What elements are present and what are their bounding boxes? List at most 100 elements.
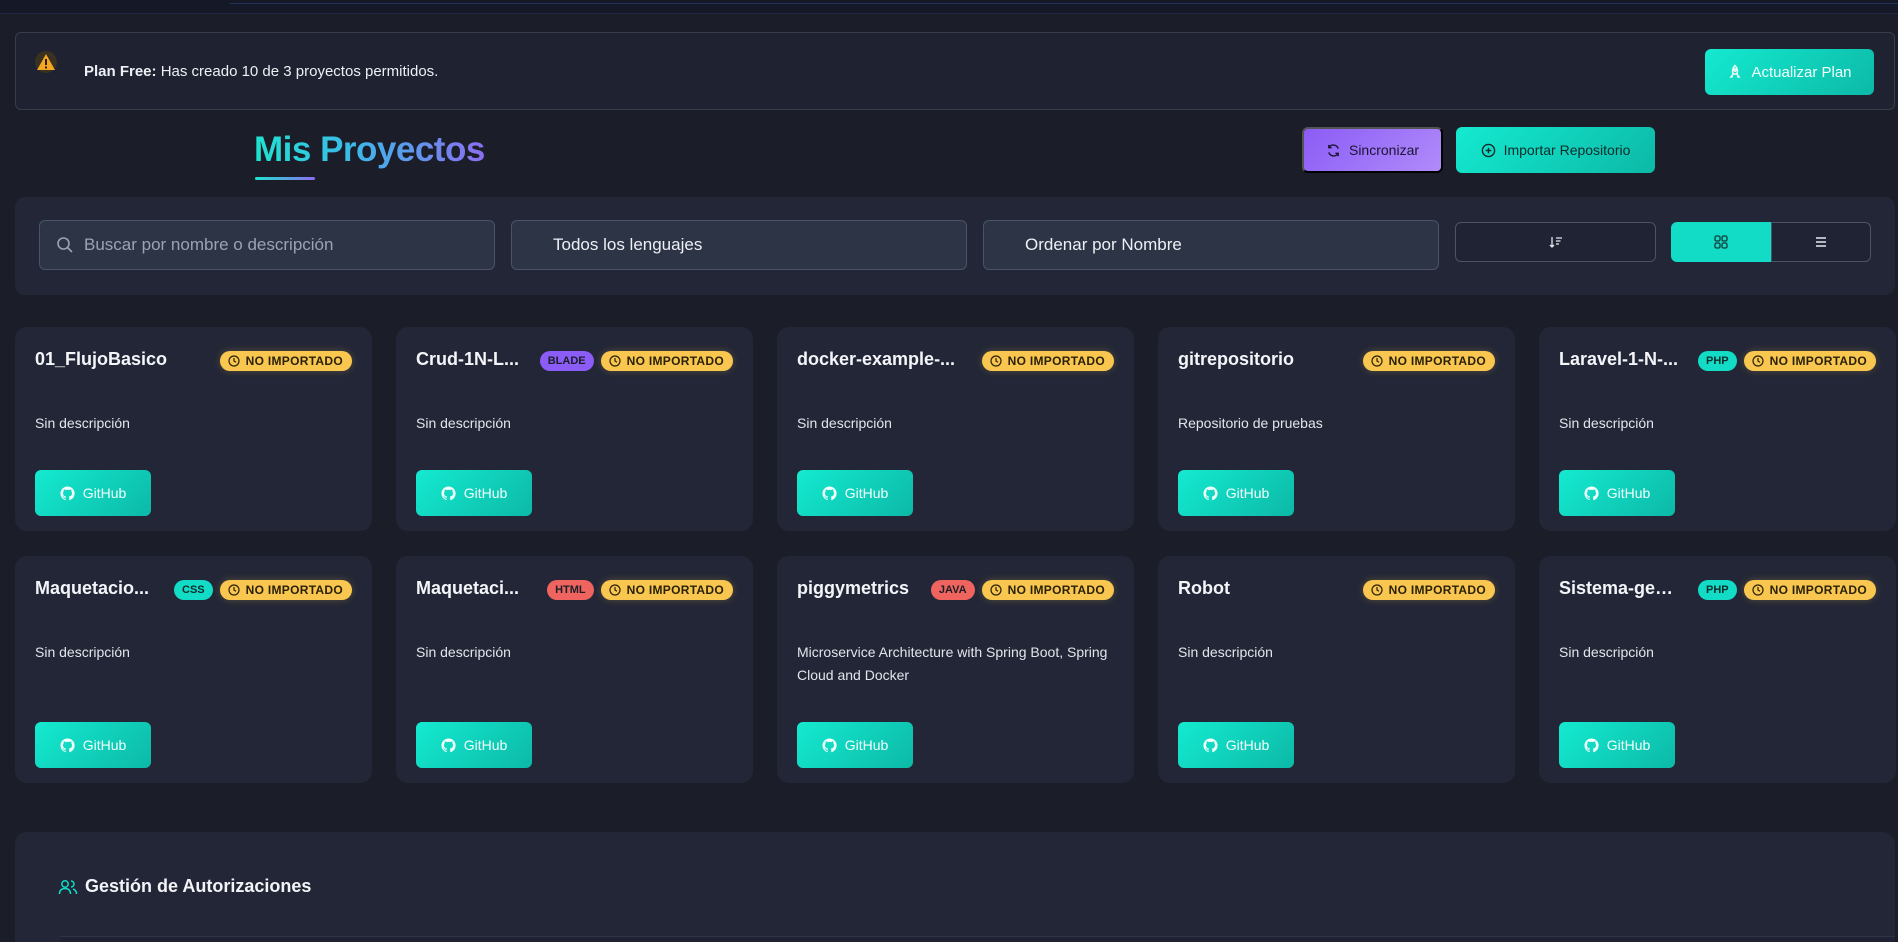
- grid-view-button[interactable]: [1671, 222, 1771, 262]
- github-button-label: GitHub: [1225, 737, 1270, 753]
- project-badges: HTML NO IMPORTADO: [547, 580, 733, 600]
- warning-icon: [35, 51, 57, 73]
- clock-icon: [990, 355, 1002, 367]
- project-description: Sin descripción: [416, 644, 511, 660]
- project-name[interactable]: gitrepositorio: [1178, 349, 1358, 370]
- status-badge: NO IMPORTADO: [1362, 580, 1495, 600]
- github-button[interactable]: GitHub: [1178, 470, 1294, 516]
- sync-button[interactable]: Sincronizar: [1302, 127, 1443, 173]
- project-name[interactable]: Crud-1N-L...: [416, 349, 536, 370]
- status-badge: NO IMPORTADO: [600, 351, 733, 371]
- authorizations-panel: Gestión de Autorizaciones: [15, 832, 1895, 942]
- project-badges: NO IMPORTADO: [219, 351, 352, 371]
- github-button[interactable]: GitHub: [1559, 470, 1675, 516]
- github-button[interactable]: GitHub: [416, 470, 532, 516]
- github-button-label: GitHub: [1606, 737, 1651, 753]
- github-button[interactable]: GitHub: [416, 722, 532, 768]
- status-badge: NO IMPORTADO: [219, 580, 352, 600]
- project-description: Sin descripción: [797, 415, 892, 431]
- project-description: Repositorio de pruebas: [1178, 415, 1323, 431]
- clock-icon: [228, 584, 240, 596]
- grid-icon: [1714, 235, 1728, 249]
- status-badge: NO IMPORTADO: [1743, 580, 1876, 600]
- status-badge: NO IMPORTADO: [1743, 351, 1876, 371]
- github-button-label: GitHub: [463, 485, 508, 501]
- github-icon: [1203, 485, 1218, 500]
- list-view-button[interactable]: [1771, 222, 1871, 262]
- project-card: Maquetaci... HTML NO IMPORTADO Sin descripc…: [396, 556, 753, 783]
- project-card: Crud-1N-L... BLADE NO IMPORTADO Sin descrip…: [396, 327, 753, 531]
- language-badge: HTML: [547, 580, 594, 600]
- github-button[interactable]: GitHub: [797, 470, 913, 516]
- clock-icon: [228, 355, 240, 367]
- list-icon: [1816, 237, 1826, 247]
- import-repository-label: Importar Repositorio: [1503, 142, 1631, 158]
- project-name[interactable]: 01_FlujoBasico: [35, 349, 215, 370]
- search-input[interactable]: Buscar por nombre o descripción: [39, 220, 495, 270]
- import-repository-button[interactable]: Importar Repositorio: [1456, 127, 1655, 173]
- status-label: NO IMPORTADO: [1007, 583, 1105, 597]
- authorizations-content: [60, 936, 1895, 942]
- github-button[interactable]: GitHub: [1178, 722, 1294, 768]
- clock-icon: [609, 355, 621, 367]
- project-badges: PHP NO IMPORTADO: [1698, 580, 1876, 600]
- project-name[interactable]: Laravel-1-N-...: [1559, 349, 1679, 370]
- project-name[interactable]: docker-example-...: [797, 349, 977, 370]
- language-select[interactable]: Todos los lenguajes: [511, 220, 967, 270]
- clock-icon: [1752, 355, 1764, 367]
- project-description: Microservice Architecture with Spring Bo…: [797, 644, 1108, 683]
- upgrade-plan-label: Actualizar Plan: [1751, 63, 1852, 81]
- github-icon: [441, 737, 456, 752]
- github-icon: [60, 485, 75, 500]
- sort-direction-button[interactable]: [1455, 222, 1656, 262]
- project-description: Sin descripción: [1559, 644, 1654, 660]
- status-badge: NO IMPORTADO: [219, 351, 352, 371]
- project-card: Sistema-ges... PHP NO IMPORTADO Sin descrip…: [1539, 556, 1896, 783]
- github-icon: [1584, 485, 1599, 500]
- project-name[interactable]: Sistema-ges...: [1559, 578, 1679, 599]
- plan-label: Plan Free:: [84, 63, 157, 80]
- plan-text: Has creado 10 de 3 proyectos permitidos.: [156, 63, 439, 80]
- github-button[interactable]: GitHub: [797, 722, 913, 768]
- status-label: NO IMPORTADO: [626, 354, 724, 368]
- status-label: NO IMPORTADO: [1769, 354, 1867, 368]
- project-name[interactable]: Robot: [1178, 578, 1358, 599]
- upgrade-plan-button[interactable]: Actualizar Plan: [1705, 49, 1874, 95]
- sync-label: Sincronizar: [1348, 142, 1420, 158]
- status-badge: NO IMPORTADO: [981, 580, 1114, 600]
- project-badges: PHP NO IMPORTADO: [1698, 351, 1876, 371]
- project-name[interactable]: Maquetacio...: [35, 578, 155, 599]
- github-icon: [1584, 737, 1599, 752]
- github-icon: [1203, 737, 1218, 752]
- search-placeholder: Buscar por nombre o descripción: [84, 235, 334, 254]
- github-icon: [60, 737, 75, 752]
- project-badges: BLADE NO IMPORTADO: [539, 351, 733, 371]
- clock-icon: [1371, 355, 1383, 367]
- github-button[interactable]: GitHub: [1559, 722, 1675, 768]
- project-description: Sin descripción: [416, 415, 511, 431]
- order-select[interactable]: Ordenar por Nombre: [983, 220, 1439, 270]
- status-label: NO IMPORTADO: [1388, 354, 1486, 368]
- status-label: NO IMPORTADO: [1007, 354, 1105, 368]
- status-label: NO IMPORTADO: [1388, 583, 1486, 597]
- top-bar: [0, 0, 1898, 14]
- status-label: NO IMPORTADO: [245, 354, 343, 368]
- users-icon: [58, 880, 78, 895]
- github-button[interactable]: GitHub: [35, 722, 151, 768]
- rocket-icon: [1729, 64, 1742, 79]
- github-icon: [822, 737, 837, 752]
- project-badges: NO IMPORTADO: [1362, 580, 1495, 600]
- order-select-value: Ordenar por Nombre: [1025, 235, 1182, 254]
- plus-circle-icon: [1481, 143, 1495, 157]
- github-button[interactable]: GitHub: [35, 470, 151, 516]
- project-card: docker-example-... NO IMPORTADO Sin descri…: [777, 327, 1134, 531]
- clock-icon: [990, 584, 1002, 596]
- project-description: Sin descripción: [1559, 415, 1654, 431]
- project-name[interactable]: piggymetrics: [797, 578, 917, 599]
- authorizations-title: Gestión de Autorizaciones: [85, 876, 312, 896]
- status-badge: NO IMPORTADO: [1362, 351, 1495, 371]
- github-icon: [441, 485, 456, 500]
- status-badge: NO IMPORTADO: [981, 351, 1114, 371]
- project-name[interactable]: Maquetaci...: [416, 578, 536, 599]
- title-underline: [255, 177, 315, 180]
